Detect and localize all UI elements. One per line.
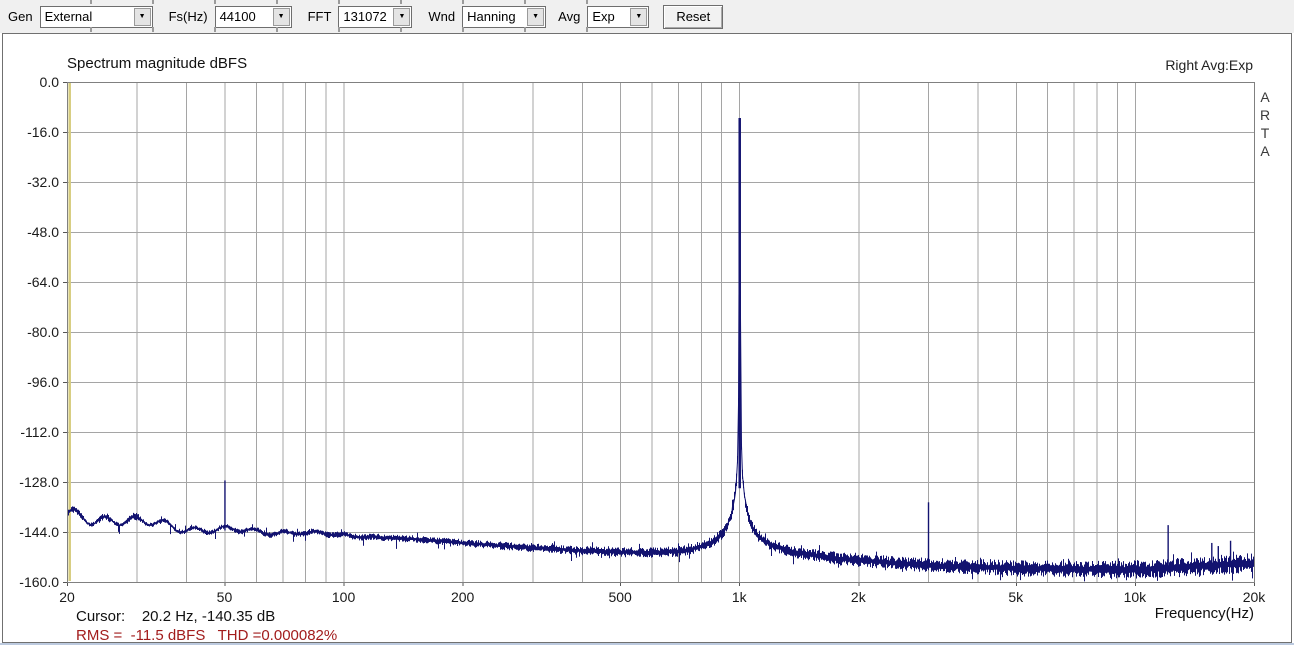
fft-combo-arrow-icon[interactable]: ▼ [393,7,411,26]
avg-combo[interactable]: Exp ▼ [587,5,650,28]
x-tick-label: 500 [608,589,632,605]
y-tick-label: -96.0 [27,374,59,390]
gen-combo[interactable]: External ▼ [39,5,153,28]
x-tick-label: 5k [1008,589,1024,605]
x-tick-label: 20k [1243,589,1267,605]
gen-label: Gen [8,9,33,24]
spectrum-panel: Spectrum magnitude dBFS Right Avg:Exp AR… [2,33,1292,644]
y-tick-label: -16.0 [27,124,59,140]
x-tick-label: 10k [1124,589,1148,605]
fs-combo[interactable]: 44100 ▼ [214,5,292,28]
y-tick-label: 0.0 [40,74,60,90]
y-tick-label: -32.0 [27,174,59,190]
avg-combo-arrow-icon[interactable]: ▼ [630,7,648,26]
y-tick-label: -112.0 [20,424,59,440]
reset-button[interactable]: Reset [663,4,724,29]
y-tick-label: -80.0 [27,324,59,340]
y-tick-label: -128.0 [19,474,59,490]
fft-combo[interactable]: 131072 ▼ [338,5,413,28]
fs-combo-arrow-icon[interactable]: ▼ [272,7,290,26]
wnd-combo-arrow-icon[interactable]: ▼ [527,7,545,26]
spectrum-trace [67,177,1255,575]
y-tick-label: -48.0 [27,224,59,240]
x-tick-label: 20 [59,589,75,605]
spectrum-noise-band [67,176,1255,582]
fft-label: FFT [307,9,332,24]
toolbar: Gen External ▼ Fs(Hz) 44100 ▼ FFT 131072… [0,0,1294,33]
x-axis-title: Frequency(Hz) [1154,605,1254,622]
toolbar-bottom-ticks [30,27,610,32]
fs-combo-value: 44100 [219,9,256,24]
y-tick-label: -64.0 [27,274,59,290]
x-tick-label: 200 [451,589,475,605]
rms-thd-readout: RMS = -11.5 dBFS THD =0.000082% [76,627,338,644]
gen-combo-arrow-icon[interactable]: ▼ [133,7,151,26]
avg-combo-value: Exp [592,9,615,24]
fft-combo-value: 131072 [343,9,387,24]
gen-combo-value: External [44,9,93,24]
wnd-combo-value: Hanning [467,9,516,24]
x-tick-label: 1k [732,589,748,605]
wnd-label: Wnd [428,9,456,24]
spectrum-plot[interactable]: 0.0 -16.0 -32.0 -48.0 -64.0 -80.0 -96.0 -112.0 -… [3,34,1291,634]
y-tick-label: -160.0 [19,574,59,590]
y-tick-label: -144.0 [19,524,59,540]
cursor-readout: Cursor: 20.2 Hz, -140.35 dB [76,608,276,625]
x-tick-label: 100 [332,589,356,605]
x-tick-label: 50 [217,589,233,605]
toolbar-top-ticks [30,0,610,4]
fs-label: Fs(Hz) [168,9,208,24]
avg-label: Avg [558,9,581,24]
x-tick-label: 2k [851,589,867,605]
wnd-combo[interactable]: Hanning ▼ [462,5,547,28]
